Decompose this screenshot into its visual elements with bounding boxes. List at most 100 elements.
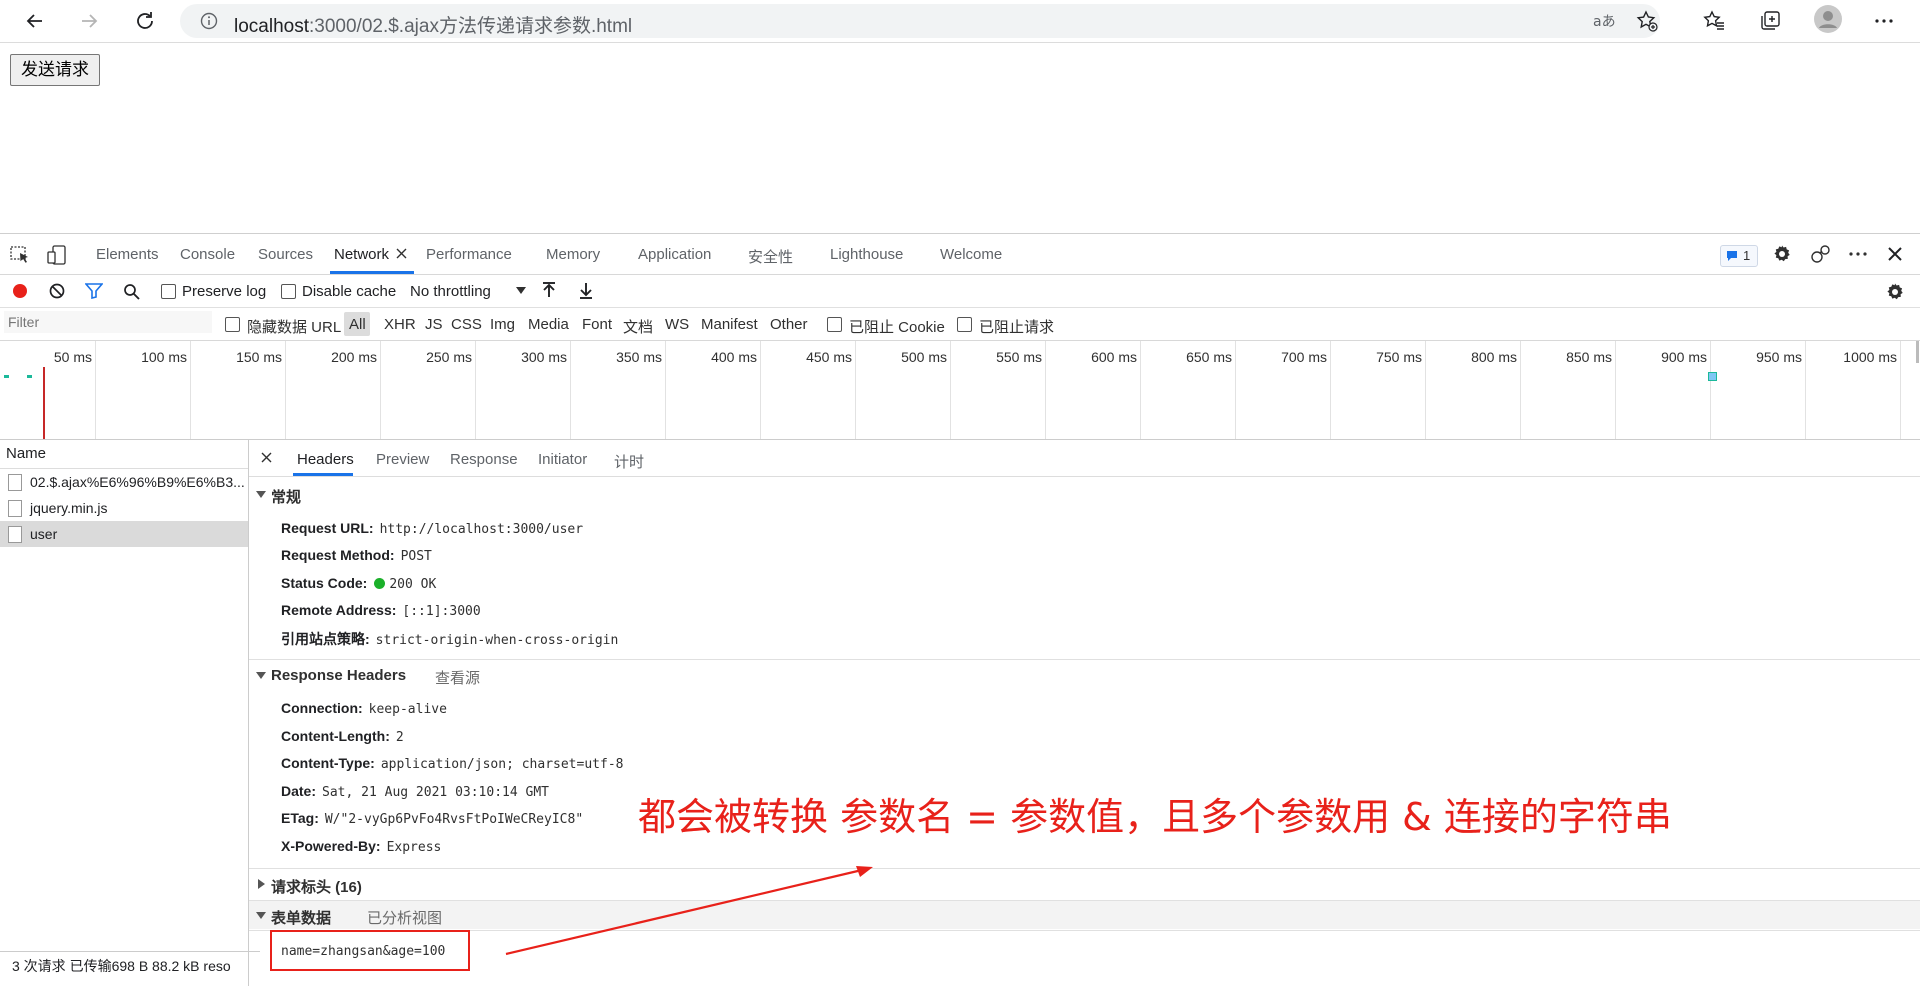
request-row-selected[interactable]: user bbox=[0, 521, 248, 547]
filter-type-css[interactable]: CSS bbox=[451, 316, 482, 333]
filter-type-xhr[interactable]: XHR bbox=[384, 316, 416, 333]
info-icon[interactable] bbox=[200, 12, 218, 30]
header-row: Status Code: 200 OK bbox=[281, 575, 437, 592]
tick-line bbox=[190, 341, 191, 439]
settings-gear-icon[interactable] bbox=[1772, 244, 1792, 264]
throttling-select[interactable]: No throttling bbox=[408, 279, 526, 301]
address-bar[interactable]: localhost:3000/02.$.ajax方法传递请求参数.html aあ bbox=[180, 4, 1660, 38]
filter-type-other[interactable]: Other bbox=[770, 316, 808, 333]
filter-icon[interactable] bbox=[85, 283, 103, 299]
request-row[interactable]: 02.$.ajax%E6%96%B9%E6%B3... bbox=[0, 469, 248, 495]
tick-line bbox=[1520, 341, 1521, 439]
tab-elements[interactable]: Elements bbox=[96, 246, 159, 263]
forward-icon[interactable] bbox=[72, 5, 106, 37]
tick-label: 300 ms bbox=[521, 349, 567, 365]
request-bar bbox=[1708, 372, 1717, 381]
issues-count: 1 bbox=[1743, 248, 1751, 263]
tick-line bbox=[1330, 341, 1331, 439]
header-row: Connection: keep-alive bbox=[281, 700, 447, 717]
header-row: Request Method: POST bbox=[281, 547, 432, 564]
hide-data-urls-label: 隐藏数据 URL bbox=[247, 319, 342, 336]
header-row: Date: Sat, 21 Aug 2021 03:10:14 GMT bbox=[281, 783, 549, 800]
refresh-icon[interactable] bbox=[128, 5, 162, 37]
disable-cache-checkbox[interactable] bbox=[281, 284, 296, 299]
xhr-file-icon bbox=[8, 526, 22, 543]
filter-type-manifest[interactable]: Manifest bbox=[701, 316, 758, 333]
request-name: 02.$.ajax%E6%96%B9%E6%B3... bbox=[30, 474, 245, 490]
import-har-icon[interactable] bbox=[541, 282, 557, 299]
tick-label: 400 ms bbox=[711, 349, 757, 365]
tab-lighthouse[interactable]: Lighthouse bbox=[830, 246, 903, 263]
search-icon[interactable] bbox=[123, 283, 140, 300]
issues-badge[interactable]: 1 bbox=[1720, 245, 1758, 267]
close-detail-icon[interactable] bbox=[261, 452, 272, 463]
tab-welcome[interactable]: Welcome bbox=[940, 246, 1002, 263]
tab-console[interactable]: Console bbox=[180, 246, 235, 263]
request-row[interactable]: jquery.min.js bbox=[0, 495, 248, 521]
filter-type-ws[interactable]: WS bbox=[665, 316, 689, 333]
name-column-header[interactable]: Name bbox=[0, 440, 248, 469]
close-tab-icon[interactable] bbox=[396, 248, 407, 259]
record-icon[interactable] bbox=[12, 283, 28, 299]
filter-input[interactable] bbox=[4, 311, 212, 333]
tab-network[interactable]: Network bbox=[334, 246, 389, 263]
tab-timing[interactable]: 计时 bbox=[614, 451, 644, 472]
favorite-add-icon[interactable] bbox=[1632, 7, 1662, 35]
header-row: Request URL: http://localhost:3000/user bbox=[281, 520, 584, 537]
filter-type-img[interactable]: Img bbox=[490, 316, 515, 333]
expanded-triangle-icon bbox=[256, 491, 266, 498]
address-url[interactable]: localhost:3000/02.$.ajax方法传递请求参数.html bbox=[234, 11, 632, 38]
favorites-icon[interactable] bbox=[1699, 7, 1729, 35]
tab-security[interactable]: 安全性 bbox=[748, 246, 793, 267]
tab-initiator[interactable]: Initiator bbox=[538, 451, 587, 468]
filter-type-js[interactable]: JS bbox=[425, 316, 443, 333]
hide-data-urls-checkbox[interactable] bbox=[225, 317, 240, 332]
devtools-more-icon[interactable] bbox=[1848, 244, 1868, 264]
more-icon[interactable] bbox=[1869, 7, 1899, 35]
tab-response[interactable]: Response bbox=[450, 451, 518, 468]
tick-label: 800 ms bbox=[1471, 349, 1517, 365]
tab-headers[interactable]: Headers bbox=[297, 451, 354, 468]
read-aloud-icon[interactable]: aあ bbox=[1590, 7, 1620, 35]
remote-devices-icon[interactable] bbox=[1810, 244, 1832, 264]
parsed-view-link[interactable]: 已分析视图 bbox=[367, 907, 442, 928]
tab-performance[interactable]: Performance bbox=[426, 246, 512, 263]
general-section-header[interactable]: 常规 bbox=[249, 480, 1920, 508]
timeline-overview[interactable]: 50 ms 100 ms 150 ms 200 ms 250 ms 300 ms… bbox=[0, 341, 1920, 440]
inspect-element-icon[interactable] bbox=[10, 246, 30, 264]
network-settings-icon[interactable] bbox=[1885, 282, 1905, 302]
tick-line bbox=[285, 341, 286, 439]
tab-preview[interactable]: Preview bbox=[376, 451, 429, 468]
overview-scroll-handle[interactable] bbox=[1916, 341, 1919, 363]
blocked-requests-checkbox[interactable] bbox=[957, 317, 972, 332]
divider bbox=[249, 659, 1920, 660]
filter-type-font[interactable]: Font bbox=[582, 316, 612, 333]
tick-label: 750 ms bbox=[1376, 349, 1422, 365]
clear-icon[interactable] bbox=[49, 283, 65, 299]
profile-avatar[interactable] bbox=[1813, 5, 1843, 33]
filter-type-all[interactable]: All bbox=[349, 316, 366, 333]
view-source-link[interactable]: 查看源 bbox=[435, 667, 480, 688]
blocked-cookies-checkbox[interactable] bbox=[827, 317, 842, 332]
response-headers-section-header[interactable]: Response Headers 查看源 bbox=[249, 661, 1920, 689]
preserve-log-checkbox[interactable] bbox=[161, 284, 176, 299]
tab-memory[interactable]: Memory bbox=[546, 246, 600, 263]
tab-sources[interactable]: Sources bbox=[258, 246, 313, 263]
tick-label: 50 ms bbox=[53, 349, 92, 365]
device-toolbar-icon[interactable] bbox=[47, 245, 67, 265]
filter-type-doc[interactable]: 文档 bbox=[623, 316, 653, 337]
expanded-triangle-icon bbox=[256, 672, 266, 679]
send-request-button[interactable]: 发送请求 bbox=[10, 54, 100, 86]
filter-type-media[interactable]: Media bbox=[528, 316, 569, 333]
tick-label: 600 ms bbox=[1091, 349, 1137, 365]
header-row: 引用站点策略: strict-origin-when-cross-origin bbox=[281, 631, 619, 648]
document-icon bbox=[8, 474, 22, 491]
preserve-log-label: Preserve log bbox=[182, 283, 267, 300]
tab-application[interactable]: Application bbox=[638, 246, 711, 263]
close-devtools-icon[interactable] bbox=[1888, 247, 1902, 261]
collections-icon[interactable] bbox=[1755, 7, 1785, 35]
back-icon[interactable] bbox=[18, 5, 52, 37]
export-har-icon[interactable] bbox=[578, 282, 594, 299]
network-toolbar: Preserve log Disable cache No throttling bbox=[0, 275, 1920, 308]
filter-bar: 隐藏数据 URL All XHR JS CSS Img Media Font 文… bbox=[0, 308, 1920, 341]
